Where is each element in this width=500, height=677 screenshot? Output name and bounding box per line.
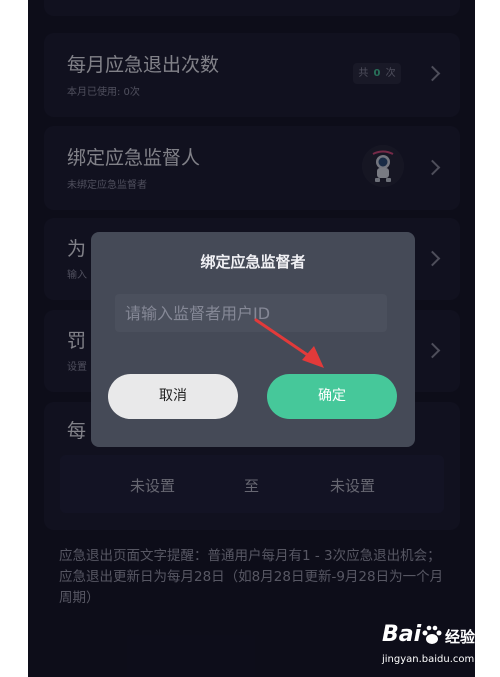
red-arrow-annotation [254,318,324,368]
paw-icon [422,625,442,644]
watermark-brand-suffix: 经验 [445,628,476,646]
watermark-brand: Bai [382,622,422,647]
watermark-url: jingyan.baidu.com [382,654,475,665]
baidu-jingyan-watermark: Bai 经验 jingyan.baidu.com [382,622,478,672]
app-screen: 每月应急退出次数 本月已使用: 0次 共 0 次 绑定应急监督人 未绑定应急监督… [28,0,475,677]
